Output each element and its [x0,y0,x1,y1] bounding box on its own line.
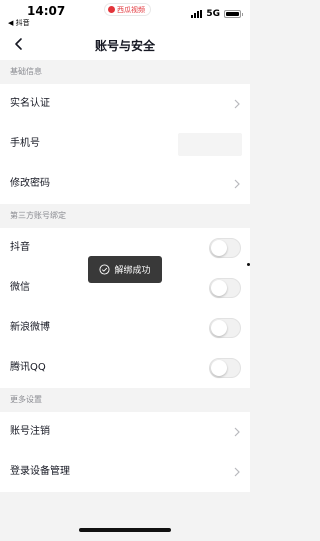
row-label-change-password: 修改密码 [10,178,50,189]
toggle-knob [211,320,227,336]
page-title: 账号与安全 [94,39,155,53]
row-label-qq: 腾讯QQ [10,362,46,373]
row-label-weibo: 新浪微博 [10,322,50,333]
toggle-qq[interactable] [209,358,241,378]
signal-icon [191,10,203,18]
section-header-basic: 基础信息 [0,60,250,84]
status-bar: 14:07 ◀ 抖音 西瓜视频 5G [0,0,250,30]
row-real-name[interactable]: 实名认证 [0,84,250,124]
row-weibo: 新浪微博 [0,308,250,348]
app-badge-icon [108,6,115,13]
chevron-right-icon [234,427,240,437]
toggle-knob [211,240,227,256]
row-qq: 腾讯QQ [0,348,250,388]
toggle-knob [211,280,227,296]
network-type: 5G [206,9,220,19]
section-header-more: 更多设置 [0,388,250,412]
app-badge: 西瓜视频 [104,3,151,16]
row-phone[interactable]: 手机号 [0,124,250,164]
nav-bar: 账号与安全 [0,30,250,60]
row-label-phone: 手机号 [10,138,40,149]
home-indicator[interactable] [79,528,171,532]
row-label-device-management: 登录设备管理 [10,466,70,477]
toast-message: 解绑成功 [114,266,151,276]
battery-icon [224,10,243,18]
row-label-real-name: 实名认证 [10,98,50,109]
row-change-password[interactable]: 修改密码 [0,164,250,204]
toggle-weibo[interactable] [209,318,241,338]
toggle-knob [211,360,227,376]
phone-number-value [178,133,242,156]
row-deactivate[interactable]: 账号注销 [0,412,250,452]
edge-marker [247,263,250,266]
toggle-wechat[interactable] [209,278,241,298]
chevron-right-icon [234,467,240,477]
back-to-app-link[interactable]: ◀ 抖音 [8,18,30,28]
row-label-douyin: 抖音 [10,242,30,253]
toast-unbind-success: 解绑成功 [88,256,162,283]
row-label-wechat: 微信 [10,282,30,293]
row-label-deactivate: 账号注销 [10,426,50,437]
chevron-right-icon [234,99,240,109]
check-circle-icon [99,264,111,275]
status-time: 14:07 [27,4,66,18]
chevron-right-icon [234,179,240,189]
toggle-douyin[interactable] [209,238,241,258]
app-badge-label: 西瓜视频 [117,5,145,14]
row-device-management[interactable]: 登录设备管理 [0,452,250,492]
section-header-third-party: 第三方账号绑定 [0,204,250,228]
status-indicators: 5G [191,9,243,19]
